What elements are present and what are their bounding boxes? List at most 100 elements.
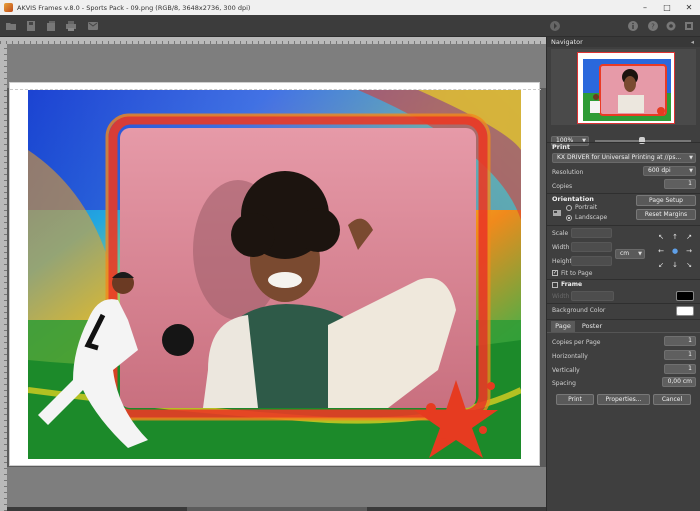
minimize-button[interactable]: – xyxy=(634,0,656,15)
copies-label: Copies xyxy=(552,183,573,190)
maximize-button[interactable]: □ xyxy=(656,0,678,15)
zoom-row: 100% ▼ xyxy=(547,134,700,148)
window-title: AKVIS Frames v.8.0 - Sports Pack - 09.pn… xyxy=(17,3,251,12)
title-bar: AKVIS Frames v.8.0 - Sports Pack - 09.pn… xyxy=(0,0,700,15)
chevron-down-icon: ▼ xyxy=(638,251,642,257)
align-left-icon[interactable]: ← xyxy=(657,247,665,255)
printer-name: KX DRIVER for Universal Printing at //ps… xyxy=(557,154,682,161)
svg-text:?: ? xyxy=(651,23,655,31)
horizontal-ruler xyxy=(0,37,546,44)
navigator-header: Navigator ◂ xyxy=(547,37,700,47)
close-button[interactable]: ✕ xyxy=(678,0,700,15)
properties-button[interactable]: Properties... xyxy=(597,394,650,405)
chevron-down-icon: ▼ xyxy=(689,155,693,161)
height-field[interactable] xyxy=(571,256,612,266)
align-bottom-left-icon[interactable]: ↙ xyxy=(657,261,665,269)
align-top-left-icon[interactable]: ↖ xyxy=(657,233,665,241)
print-button[interactable]: Print xyxy=(556,394,594,405)
info-icon[interactable] xyxy=(626,19,640,33)
tab-poster[interactable]: Poster xyxy=(577,321,607,332)
help-icon[interactable]: ? xyxy=(646,19,660,33)
resolution-value: 600 dpi xyxy=(648,167,671,174)
app-logo-icon xyxy=(4,3,13,12)
align-bottom-icon[interactable]: ↓ xyxy=(671,261,679,269)
copies-per-page-field[interactable]: 1 xyxy=(664,336,696,346)
batch-icon[interactable] xyxy=(44,19,58,33)
canvas-margin-bottom xyxy=(7,467,546,511)
horizontally-field[interactable]: 1 xyxy=(664,350,696,360)
settings-panel: Navigator ◂ 100% ▼ Print KX DRIVER for U… xyxy=(546,37,700,511)
navigator-title: Navigator xyxy=(551,38,583,46)
resolution-select[interactable]: 600 dpi ▼ xyxy=(643,166,696,176)
height-label: Height xyxy=(552,258,572,265)
copies-per-page-label: Copies per Page xyxy=(552,339,601,346)
print-icon[interactable] xyxy=(64,19,78,33)
divider xyxy=(547,193,700,194)
divider xyxy=(547,332,700,333)
align-right-icon[interactable]: → xyxy=(685,247,693,255)
resolution-label: Resolution xyxy=(552,169,584,176)
portrait-label: Portrait xyxy=(575,204,598,211)
open-icon[interactable] xyxy=(4,19,18,33)
divider xyxy=(547,225,700,226)
unit-select[interactable]: cm ▼ xyxy=(615,249,645,259)
canvas-area[interactable] xyxy=(0,37,546,511)
align-top-right-icon[interactable]: ↗ xyxy=(685,233,693,241)
page-setup-button[interactable]: Page Setup xyxy=(636,195,696,206)
frame-width-field[interactable] xyxy=(571,291,614,301)
divider xyxy=(547,319,700,320)
landscape-radio[interactable] xyxy=(566,215,572,221)
width-field[interactable] xyxy=(571,242,612,252)
save-icon[interactable] xyxy=(24,19,38,33)
print-section-title: Print xyxy=(552,143,570,151)
orientation-title: Orientation xyxy=(552,195,594,203)
copies-field[interactable]: 1 xyxy=(664,179,696,189)
navigator-preview[interactable] xyxy=(551,49,696,125)
share-icon[interactable] xyxy=(86,19,100,33)
app-window: AKVIS Frames v.8.0 - Sports Pack - 09.pn… xyxy=(0,0,700,511)
align-center-icon[interactable]: ● xyxy=(671,247,679,255)
tab-page[interactable]: Page xyxy=(551,321,575,332)
width-label: Width xyxy=(552,244,570,251)
align-top-icon[interactable]: ↑ xyxy=(671,233,679,241)
page-poster-tabs: Page Poster xyxy=(547,321,700,332)
scale-label: Scale xyxy=(552,230,569,237)
frame-label: Frame xyxy=(561,281,583,288)
spacing-label: Spacing xyxy=(552,380,576,387)
frame-width-label: Width xyxy=(552,293,570,300)
scale-field[interactable] xyxy=(571,228,612,238)
background-color-swatch[interactable] xyxy=(676,306,694,316)
cancel-button[interactable]: Cancel xyxy=(653,394,691,405)
framed-photo-preview[interactable] xyxy=(28,90,521,459)
align-bottom-right-icon[interactable]: ↘ xyxy=(685,261,693,269)
scrollbar-thumb[interactable] xyxy=(187,507,367,511)
frame-checkbox[interactable] xyxy=(552,282,558,288)
horizontally-label: Horizontally xyxy=(552,353,588,360)
vertical-ruler xyxy=(0,44,7,511)
pin-icon[interactable]: ◂ xyxy=(691,37,694,47)
unit-value: cm xyxy=(620,250,630,257)
portrait-radio[interactable] xyxy=(566,205,572,211)
orientation-icon xyxy=(553,209,561,217)
chevron-down-icon: ▼ xyxy=(582,138,586,144)
divider xyxy=(547,142,700,143)
navigator-thumbnail[interactable] xyxy=(577,52,675,124)
landscape-label: Landscape xyxy=(575,214,608,221)
horizontal-scrollbar[interactable] xyxy=(7,507,546,511)
divider xyxy=(547,303,700,304)
fit-to-page-checkbox[interactable]: ✓ xyxy=(552,270,558,276)
reset-margins-button[interactable]: Reset Margins xyxy=(636,209,696,220)
toolbar: ? xyxy=(0,15,700,37)
spacing-field[interactable]: 0,00 cm xyxy=(662,377,696,387)
frame-color-swatch[interactable] xyxy=(676,291,694,301)
vertically-label: Vertically xyxy=(552,367,580,374)
vertically-field[interactable]: 1 xyxy=(664,364,696,374)
settings-icon[interactable] xyxy=(664,19,678,33)
divider xyxy=(547,279,700,280)
fit-to-page-label: Fit to Page xyxy=(561,270,593,277)
plugin-icon[interactable] xyxy=(682,19,696,33)
background-color-label: Background Color xyxy=(552,307,606,314)
chevron-down-icon: ▼ xyxy=(689,168,693,174)
run-icon[interactable] xyxy=(548,19,562,33)
printer-select[interactable]: KX DRIVER for Universal Printing at //ps… xyxy=(552,153,696,163)
